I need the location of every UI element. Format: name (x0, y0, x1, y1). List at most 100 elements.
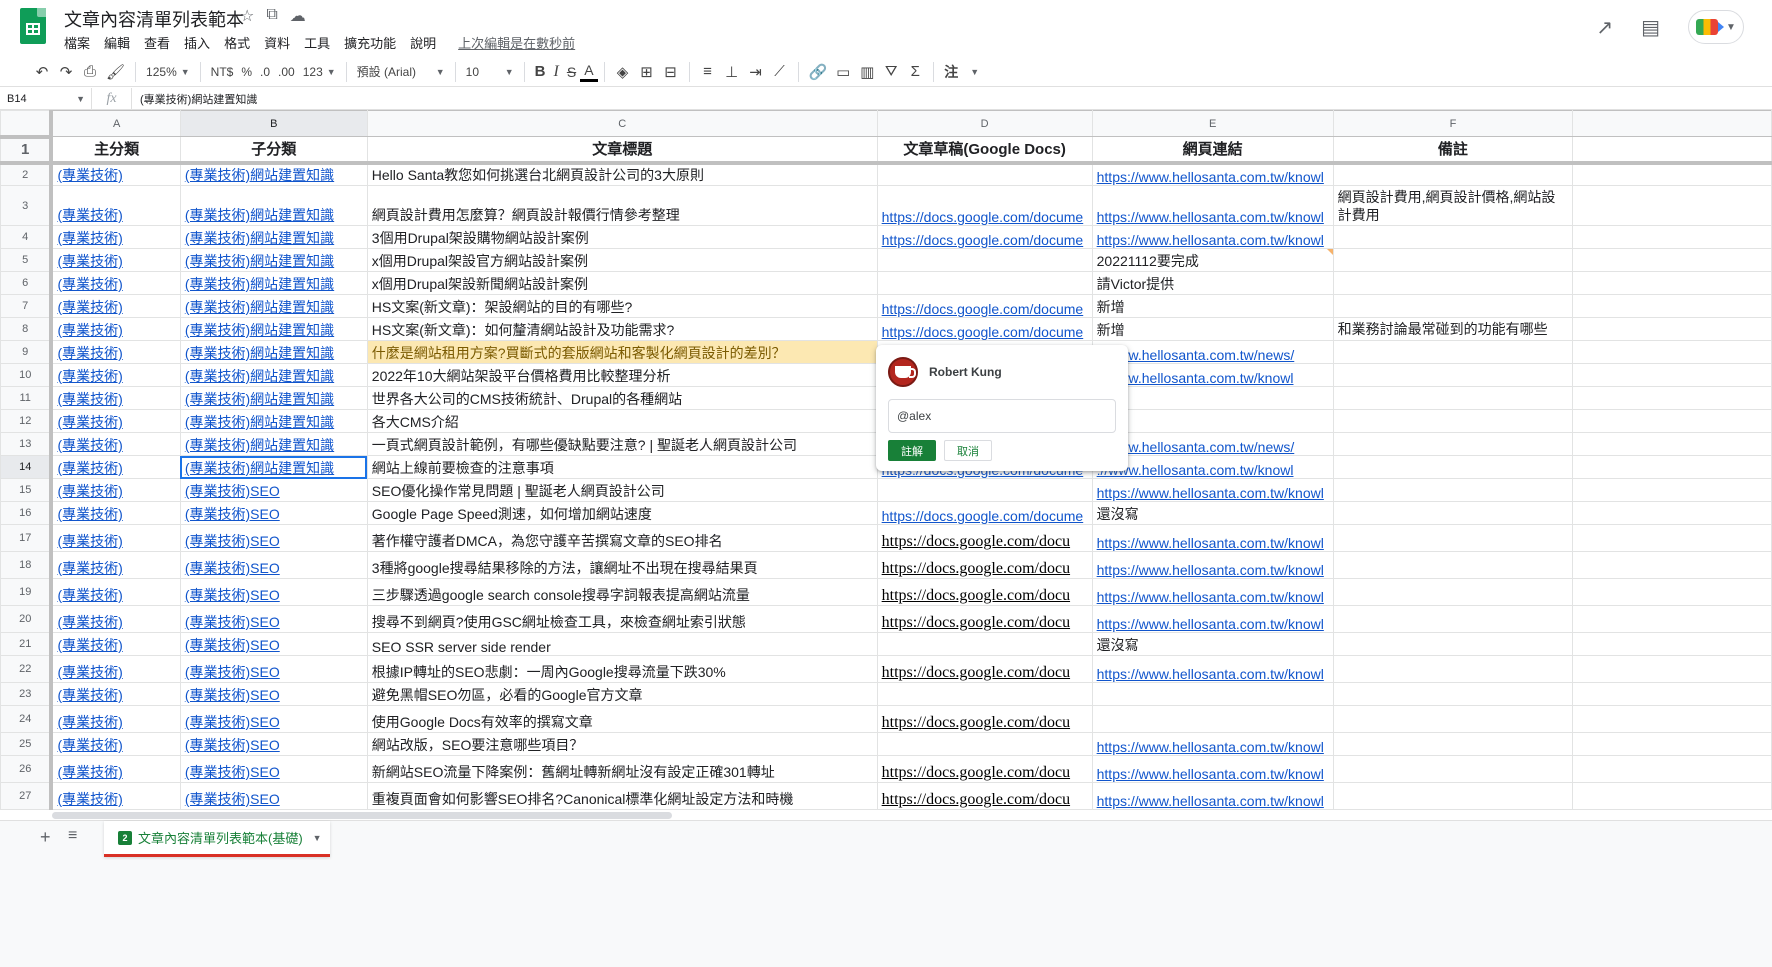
cell-sub-category[interactable]: (專業技術)網站建置知識 (179, 271, 368, 295)
cell-draft-link[interactable]: https://docs.google.com/docume (876, 317, 1093, 341)
cell-web-link[interactable]: 還沒寫 (1091, 501, 1334, 525)
cell-sub-category[interactable]: (專業技術)網站建置知識 (179, 386, 368, 410)
cell-article-title[interactable]: x個用Drupal架設官方網站設計案例 (366, 248, 878, 272)
cell-main-category[interactable]: (專業技術) (50, 682, 181, 706)
cell-sub-category[interactable]: (專業技術)網站建置知識 (179, 363, 368, 387)
row-header[interactable]: 5 (0, 248, 54, 272)
row-header[interactable]: 22 (0, 655, 54, 683)
row-header[interactable]: 6 (0, 271, 54, 295)
cell-remarks[interactable] (1332, 294, 1574, 318)
column-header-f[interactable]: F (1332, 110, 1574, 137)
cell-remarks[interactable]: 網頁設計費用,網頁設計價格,網站設計費用 (1332, 185, 1574, 226)
cell-article-title[interactable]: 3個用Drupal架設購物網站設計案例 (366, 225, 878, 249)
cell-remarks[interactable] (1332, 455, 1574, 479)
cell-article-title[interactable]: 一頁式網頁設計範例，有哪些優缺點要注意? | 聖誕老人網頁設計公司 (366, 432, 878, 456)
italic-button[interactable]: I (550, 60, 563, 84)
empty-cell[interactable] (1572, 294, 1772, 318)
cell-sub-category[interactable]: (專業技術)SEO (179, 524, 368, 552)
empty-cell[interactable] (1572, 732, 1772, 756)
cell-article-title[interactable]: 新網站SEO流量下降案例：舊網址轉新網址沒有設定正確301轉址 (366, 755, 878, 783)
cell-main-category[interactable]: (專業技術) (50, 655, 181, 683)
cell-web-link[interactable] (1091, 386, 1334, 410)
cell-article-title[interactable]: x個用Drupal架設新聞網站設計案例 (366, 271, 878, 295)
comment-cancel-button[interactable]: 取消 (944, 440, 992, 461)
empty-cell[interactable] (1572, 136, 1772, 165)
cell-remarks[interactable]: 和業務討論最常碰到的功能有哪些 (1332, 317, 1574, 341)
text-wrap-icon[interactable]: ⇥ (744, 60, 768, 84)
menu-insert[interactable]: 插入 (184, 33, 210, 52)
cell-remarks[interactable] (1332, 432, 1574, 456)
row-header[interactable]: 18 (0, 551, 54, 579)
menu-help[interactable]: 說明 (410, 33, 436, 52)
cell-web-link[interactable]: ://www.hellosanta.com.tw/news/ (1091, 340, 1334, 364)
cell-article-title[interactable]: 三步驟透過google search console搜尋字詞報表提高網站流量 (366, 578, 878, 606)
cell-main-category[interactable]: (專業技術) (50, 782, 181, 810)
cell-web-link[interactable] (1091, 705, 1334, 733)
increase-decimal-button[interactable]: .00 (274, 60, 299, 84)
cell-web-link[interactable]: https://www.hellosanta.com.tw/knowl (1091, 732, 1334, 756)
cell-main-category[interactable]: (專業技術) (50, 705, 181, 733)
menu-view[interactable]: 查看 (144, 33, 170, 52)
cell-remarks[interactable] (1332, 551, 1574, 579)
cell-web-link[interactable]: https://www.hellosanta.com.tw/knowl (1091, 578, 1334, 606)
cell-draft-link[interactable]: https://docs.google.com/docume (876, 294, 1093, 318)
cell-draft-link[interactable] (876, 248, 1093, 272)
cell-sub-category[interactable]: (專業技術)網站建置知識 (179, 432, 368, 456)
column-header-e[interactable]: E (1091, 110, 1334, 137)
row-header[interactable]: 17 (0, 524, 54, 552)
cell-web-link[interactable]: ://www.hellosanta.com.tw/knowl (1091, 455, 1334, 479)
empty-cell[interactable] (1572, 655, 1772, 683)
empty-cell[interactable] (1572, 432, 1772, 456)
zoom-select[interactable]: 125% ▼ (142, 60, 194, 84)
row-header[interactable]: 16 (0, 501, 54, 525)
column-header-d[interactable]: D (876, 110, 1093, 137)
row-header[interactable]: 4 (0, 225, 54, 249)
empty-cell[interactable] (1572, 682, 1772, 706)
sheet-tab-active[interactable]: 2 文章內容清單列表範本(基礎) ▼ (104, 821, 330, 857)
cell-article-title[interactable]: 避免黑帽SEO勿區，必看的Google官方文章 (366, 682, 878, 706)
cell-remarks[interactable] (1332, 501, 1574, 525)
cell-draft-link[interactable] (876, 632, 1093, 656)
cell-sub-category[interactable]: (專業技術)SEO (179, 551, 368, 579)
cell-article-title[interactable]: 搜尋不到網頁?使用GSC網址檢查工具，來檢查網址索引狀態 (366, 605, 878, 633)
undo-icon[interactable]: ↶ (30, 60, 54, 84)
paint-format-icon[interactable]: 🖌 (102, 60, 129, 84)
cell-sub-category[interactable]: (專業技術)SEO (179, 682, 368, 706)
strikethrough-button[interactable]: S (563, 60, 580, 84)
insert-comment-icon[interactable]: ▭ (831, 60, 855, 84)
redo-icon[interactable]: ↷ (54, 60, 78, 84)
cell-draft-link[interactable]: https://docs.google.com/docu (876, 524, 1093, 552)
cell-remarks[interactable] (1332, 682, 1574, 706)
cell-article-title[interactable]: SEO優化操作常見問題 | 聖誕老人網頁設計公司 (366, 478, 878, 502)
bold-button[interactable]: B (531, 60, 550, 84)
cell-remarks[interactable] (1332, 732, 1574, 756)
filter-icon[interactable]: ⛛ (879, 60, 903, 84)
cell-web-link[interactable]: https://www.hellosanta.com.tw/knowl (1091, 185, 1334, 226)
empty-cell[interactable] (1572, 317, 1772, 341)
cell-article-title[interactable]: 3種將google搜尋結果移除的方法，讓網址不出現在搜尋結果頁 (366, 551, 878, 579)
empty-cell[interactable] (1572, 225, 1772, 249)
cell-remarks[interactable] (1332, 524, 1574, 552)
cell-remarks[interactable] (1332, 782, 1574, 810)
functions-icon[interactable]: Σ (903, 60, 927, 84)
sheets-logo-icon[interactable] (20, 8, 46, 44)
cell-article-title[interactable]: 著作權守護者DMCA，為您守護辛苦撰寫文章的SEO排名 (366, 524, 878, 552)
row-header[interactable]: 15 (0, 478, 54, 502)
cell-web-link[interactable] (1091, 409, 1334, 433)
comment-history-icon[interactable]: ▤ (1641, 15, 1660, 40)
cell-main-category[interactable]: (專業技術) (50, 248, 181, 272)
cell-main-category[interactable]: (專業技術) (50, 732, 181, 756)
cell-main-category[interactable]: (專業技術) (50, 363, 181, 387)
insert-link-icon[interactable]: 🔗 (805, 60, 832, 84)
cell-main-category[interactable]: (專業技術) (50, 755, 181, 783)
cell-sub-category[interactable]: (專業技術)SEO (179, 578, 368, 606)
cell-web-link[interactable]: https://www.hellosanta.com.tw/knowl (1091, 605, 1334, 633)
menu-tools[interactable]: 工具 (304, 33, 330, 52)
cell-draft-link[interactable]: https://docs.google.com/docu (876, 551, 1093, 579)
cell-remarks[interactable] (1332, 162, 1574, 186)
row-header[interactable]: 12 (0, 409, 54, 433)
trending-up-icon[interactable]: ↗ (1596, 15, 1613, 40)
cell-main-category[interactable]: (專業技術) (50, 409, 181, 433)
row-header[interactable]: 13 (0, 432, 54, 456)
decrease-decimal-button[interactable]: .0 (256, 60, 274, 84)
